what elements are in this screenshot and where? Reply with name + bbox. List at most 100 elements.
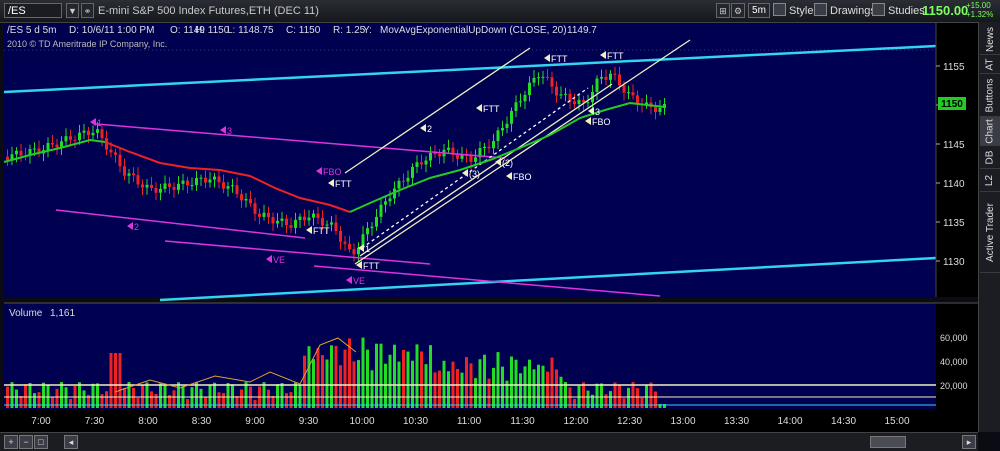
volume-bar bbox=[559, 376, 563, 408]
volume-bar bbox=[348, 338, 351, 408]
candle-body bbox=[73, 139, 77, 141]
volume-bar bbox=[496, 352, 500, 408]
volume-bar bbox=[357, 360, 360, 408]
volume-bar bbox=[501, 366, 504, 408]
tab-db-label: DB bbox=[984, 150, 996, 164]
bar-high: H: 1150 bbox=[195, 25, 230, 36]
timeframe-button[interactable]: 5m bbox=[748, 3, 770, 18]
volume-bar bbox=[550, 357, 554, 408]
tab-at[interactable]: AT bbox=[980, 55, 1000, 74]
candle-body bbox=[613, 73, 617, 75]
magenta-label: 2 bbox=[134, 222, 139, 232]
candle-body bbox=[280, 218, 284, 221]
study-y-label: Y: bbox=[363, 25, 372, 36]
candle-body bbox=[568, 93, 572, 102]
white-label: FTT bbox=[335, 179, 352, 189]
candle-body bbox=[123, 166, 126, 176]
volume-bar bbox=[159, 383, 162, 408]
candle-body bbox=[298, 216, 302, 220]
grid-icon[interactable]: ⊞ bbox=[716, 3, 730, 18]
candle-body bbox=[559, 94, 563, 96]
scrollbar-thumb[interactable] bbox=[870, 436, 906, 448]
volume-bar bbox=[325, 359, 329, 408]
white-label: FTT bbox=[363, 261, 380, 271]
candle-body bbox=[231, 185, 234, 187]
symbol-dropdown-icon[interactable]: ▼ bbox=[66, 3, 79, 18]
volume-bar bbox=[24, 384, 27, 408]
volume-bar bbox=[96, 383, 99, 408]
candle-body bbox=[64, 136, 68, 142]
volume-value: 1,161 bbox=[50, 308, 75, 319]
candle-body bbox=[330, 222, 333, 225]
symbol-input[interactable]: /ES bbox=[4, 3, 62, 18]
toolbar: /ES ▼ ⚭ E-mini S&P 500 Index Futures,ETH… bbox=[0, 0, 1000, 23]
volume-bar bbox=[366, 349, 369, 408]
candle-body bbox=[258, 213, 261, 217]
time-label: 10:00 bbox=[349, 416, 374, 427]
studies-menu[interactable]: Studies bbox=[872, 3, 925, 19]
volume-bar bbox=[321, 355, 324, 408]
volume-bar bbox=[406, 351, 410, 408]
tab-buttons[interactable]: Buttons bbox=[980, 74, 1000, 117]
scroll-right-icon[interactable]: ▸ bbox=[962, 435, 976, 449]
volume-axis-ticks: 60,000 40,000 20,000 bbox=[940, 333, 968, 391]
volume-bar bbox=[280, 383, 284, 408]
volume-bar bbox=[244, 382, 248, 408]
tab-news[interactable]: News bbox=[980, 24, 1000, 55]
volume-bar bbox=[532, 369, 536, 408]
candle-body bbox=[172, 186, 176, 190]
magenta-label: 1 bbox=[97, 118, 102, 128]
volume-bar bbox=[19, 395, 23, 408]
settings-icon[interactable]: ⚙ bbox=[731, 3, 745, 18]
volume-bar bbox=[393, 344, 396, 408]
candle-body bbox=[195, 178, 198, 186]
volume-bar bbox=[438, 370, 441, 408]
link-icon[interactable]: ⚭ bbox=[81, 3, 94, 18]
volume-bar bbox=[420, 351, 423, 408]
zoom-in-icon[interactable]: + bbox=[4, 435, 18, 449]
candle-body bbox=[109, 149, 113, 153]
candle-body bbox=[141, 184, 144, 188]
volume-bar bbox=[456, 368, 459, 408]
tab-active-trader[interactable]: Active Trader bbox=[980, 192, 1000, 273]
change-absolute: +15.00 bbox=[966, 1, 991, 10]
volume-bar bbox=[177, 382, 180, 408]
volume-bar bbox=[312, 359, 315, 408]
white-label: FTT bbox=[483, 104, 500, 114]
white-label: FBO bbox=[592, 117, 611, 127]
candle-body bbox=[316, 213, 320, 218]
candle-body bbox=[406, 177, 410, 182]
magenta-label: FBO bbox=[323, 167, 342, 177]
candle-body bbox=[370, 226, 374, 229]
fit-icon[interactable]: □ bbox=[34, 435, 48, 449]
style-icon bbox=[773, 3, 786, 16]
candle-body bbox=[550, 77, 554, 87]
volume-bar bbox=[253, 399, 257, 408]
tab-chart[interactable]: Chart bbox=[980, 117, 1000, 146]
candle-body bbox=[352, 249, 356, 255]
candle-body bbox=[235, 185, 239, 195]
style-menu[interactable]: Style bbox=[773, 3, 813, 19]
tab-db[interactable]: DB bbox=[980, 146, 1000, 169]
volume-bar bbox=[483, 354, 486, 408]
candle-body bbox=[294, 219, 297, 228]
scroll-left-icon[interactable]: ◂ bbox=[64, 435, 78, 449]
volume-bar bbox=[42, 382, 45, 408]
candle-body bbox=[586, 102, 590, 104]
candle-body bbox=[424, 160, 428, 165]
candle-body bbox=[91, 132, 95, 136]
volume-bar bbox=[303, 355, 306, 408]
bar-range: R: 1.25 bbox=[333, 25, 366, 36]
drawings-menu[interactable]: Drawings bbox=[814, 3, 876, 19]
tab-l2[interactable]: L2 bbox=[980, 169, 1000, 192]
volume-bar bbox=[78, 382, 81, 408]
volume-bar bbox=[127, 382, 131, 408]
price-chart[interactable]: /ES 5 d 5m D: 10/6/11 1:00 PM O: 1149 H:… bbox=[0, 22, 978, 432]
candle-body bbox=[501, 128, 504, 131]
candle-body bbox=[582, 99, 585, 103]
zoom-out-icon[interactable]: − bbox=[19, 435, 33, 449]
volume-bar bbox=[235, 396, 239, 408]
volume-bar bbox=[375, 343, 378, 408]
candle-body bbox=[55, 144, 59, 148]
candle-body bbox=[505, 123, 509, 129]
